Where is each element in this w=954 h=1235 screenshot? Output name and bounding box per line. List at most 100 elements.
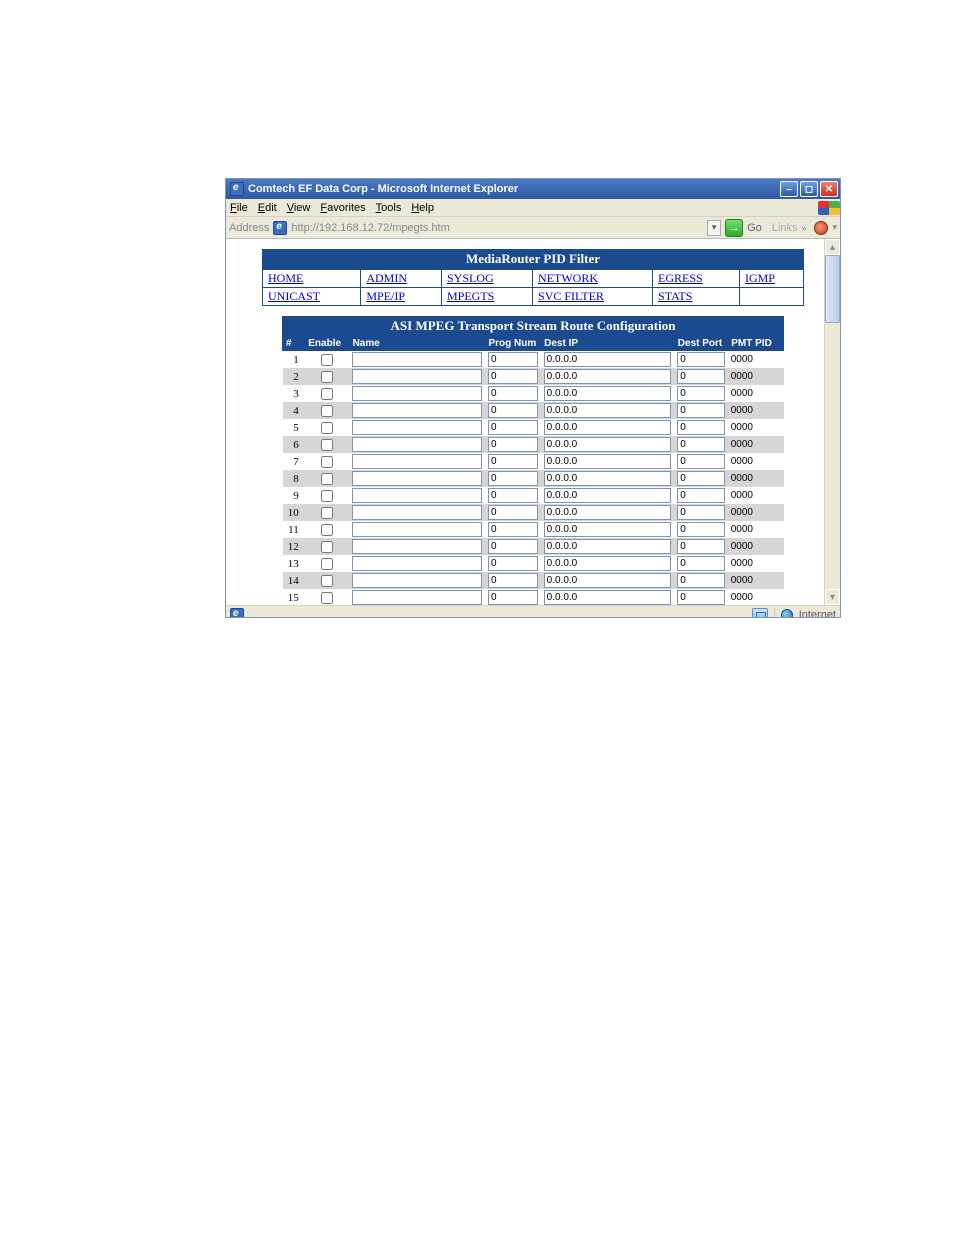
destip-input[interactable] bbox=[544, 386, 672, 401]
name-input[interactable] bbox=[352, 386, 482, 401]
nav-admin[interactable]: ADMIN bbox=[361, 270, 442, 288]
destport-input[interactable] bbox=[677, 539, 724, 554]
menu-file[interactable]: File bbox=[230, 202, 248, 214]
destip-input[interactable] bbox=[544, 556, 672, 571]
enable-checkbox[interactable] bbox=[321, 354, 333, 366]
destip-input[interactable] bbox=[544, 420, 672, 435]
menu-favorites[interactable]: Favorites bbox=[320, 202, 365, 214]
nav-network[interactable]: NETWORK bbox=[533, 270, 653, 288]
destip-input[interactable] bbox=[544, 539, 672, 554]
name-input[interactable] bbox=[352, 437, 482, 452]
destport-input[interactable] bbox=[677, 420, 724, 435]
name-input[interactable] bbox=[352, 403, 482, 418]
prognum-input[interactable] bbox=[488, 403, 538, 418]
enable-checkbox[interactable] bbox=[321, 439, 333, 451]
name-input[interactable] bbox=[352, 352, 482, 367]
name-input[interactable] bbox=[352, 573, 482, 588]
address-dropdown[interactable]: ▾ bbox=[707, 220, 721, 236]
prognum-input[interactable] bbox=[488, 352, 538, 367]
destport-input[interactable] bbox=[677, 369, 724, 384]
enable-checkbox[interactable] bbox=[321, 524, 333, 536]
prognum-input[interactable] bbox=[488, 420, 538, 435]
links-chevron-icon[interactable]: » bbox=[801, 223, 806, 233]
destip-input[interactable] bbox=[544, 573, 672, 588]
enable-checkbox[interactable] bbox=[321, 575, 333, 587]
destport-input[interactable] bbox=[677, 590, 724, 605]
scroll-thumb[interactable] bbox=[825, 255, 840, 323]
name-input[interactable] bbox=[352, 420, 482, 435]
destport-input[interactable] bbox=[677, 437, 724, 452]
vertical-scrollbar[interactable]: ▴ ▾ bbox=[824, 239, 840, 605]
prognum-input[interactable] bbox=[488, 437, 538, 452]
nav-egress[interactable]: EGRESS bbox=[653, 270, 740, 288]
destip-input[interactable] bbox=[544, 352, 672, 367]
prognum-input[interactable] bbox=[488, 539, 538, 554]
scroll-down-icon[interactable]: ▾ bbox=[825, 589, 840, 605]
prognum-input[interactable] bbox=[488, 369, 538, 384]
prognum-input[interactable] bbox=[488, 386, 538, 401]
name-input[interactable] bbox=[352, 488, 482, 503]
destip-input[interactable] bbox=[544, 403, 672, 418]
close-button[interactable]: ✕ bbox=[820, 181, 838, 197]
menu-view[interactable]: View bbox=[287, 202, 311, 214]
destip-input[interactable] bbox=[544, 471, 672, 486]
titlebar[interactable]: Comtech EF Data Corp - Microsoft Interne… bbox=[226, 179, 840, 199]
popup-blocker-icon[interactable] bbox=[752, 608, 768, 619]
enable-checkbox[interactable] bbox=[321, 456, 333, 468]
links-label[interactable]: Links bbox=[772, 222, 798, 234]
enable-checkbox[interactable] bbox=[321, 388, 333, 400]
prognum-input[interactable] bbox=[488, 556, 538, 571]
destport-input[interactable] bbox=[677, 505, 724, 520]
minimize-button[interactable]: – bbox=[780, 181, 798, 197]
shield-dropdown-icon[interactable]: ▾ bbox=[832, 222, 837, 233]
enable-checkbox[interactable] bbox=[321, 592, 333, 604]
name-input[interactable] bbox=[352, 454, 482, 469]
enable-checkbox[interactable] bbox=[321, 371, 333, 383]
security-shield-icon[interactable] bbox=[814, 221, 828, 235]
prognum-input[interactable] bbox=[488, 488, 538, 503]
nav-home[interactable]: HOME bbox=[263, 270, 361, 288]
nav-mpeip[interactable]: MPE/IP bbox=[361, 288, 442, 306]
menu-help[interactable]: Help bbox=[411, 202, 434, 214]
prognum-input[interactable] bbox=[488, 454, 538, 469]
name-input[interactable] bbox=[352, 590, 482, 605]
name-input[interactable] bbox=[352, 522, 482, 537]
destip-input[interactable] bbox=[544, 437, 672, 452]
enable-checkbox[interactable] bbox=[321, 558, 333, 570]
prognum-input[interactable] bbox=[488, 471, 538, 486]
enable-checkbox[interactable] bbox=[321, 541, 333, 553]
enable-checkbox[interactable] bbox=[321, 490, 333, 502]
menu-tools[interactable]: Tools bbox=[376, 202, 402, 214]
destport-input[interactable] bbox=[677, 454, 724, 469]
nav-unicast[interactable]: UNICAST bbox=[263, 288, 361, 306]
nav-igmp[interactable]: IGMP bbox=[739, 270, 803, 288]
destport-input[interactable] bbox=[677, 573, 724, 588]
enable-checkbox[interactable] bbox=[321, 422, 333, 434]
name-input[interactable] bbox=[352, 471, 482, 486]
destport-input[interactable] bbox=[677, 488, 724, 503]
nav-stats[interactable]: STATS bbox=[653, 288, 740, 306]
nav-mpegts[interactable]: MPEGTS bbox=[441, 288, 532, 306]
destport-input[interactable] bbox=[677, 471, 724, 486]
enable-checkbox[interactable] bbox=[321, 405, 333, 417]
name-input[interactable] bbox=[352, 505, 482, 520]
destip-input[interactable] bbox=[544, 369, 672, 384]
enable-checkbox[interactable] bbox=[321, 507, 333, 519]
prognum-input[interactable] bbox=[488, 590, 538, 605]
nav-svcfilter[interactable]: SVC FILTER bbox=[533, 288, 653, 306]
prognum-input[interactable] bbox=[488, 573, 538, 588]
prognum-input[interactable] bbox=[488, 522, 538, 537]
destip-input[interactable] bbox=[544, 590, 672, 605]
destport-input[interactable] bbox=[677, 386, 724, 401]
destip-input[interactable] bbox=[544, 454, 672, 469]
prognum-input[interactable] bbox=[488, 505, 538, 520]
menu-edit[interactable]: Edit bbox=[258, 202, 277, 214]
scroll-track[interactable] bbox=[825, 255, 840, 589]
name-input[interactable] bbox=[352, 539, 482, 554]
name-input[interactable] bbox=[352, 369, 482, 384]
destport-input[interactable] bbox=[677, 556, 724, 571]
destip-input[interactable] bbox=[544, 488, 672, 503]
name-input[interactable] bbox=[352, 556, 482, 571]
destport-input[interactable] bbox=[677, 522, 724, 537]
destport-input[interactable] bbox=[677, 352, 724, 367]
